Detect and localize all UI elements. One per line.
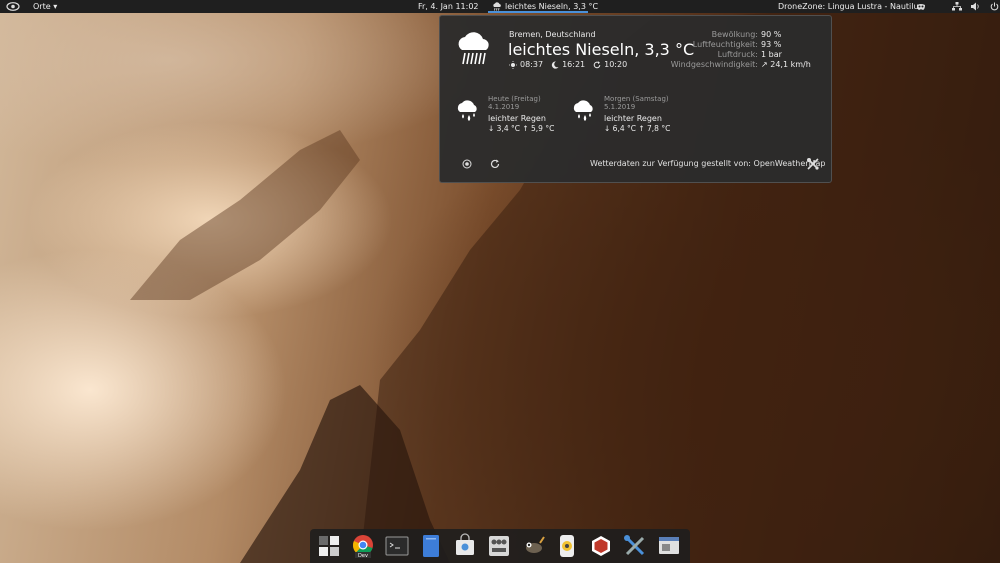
app-menu[interactable]: DroneZone: Lingua Lustra - Nautilus — [778, 0, 923, 13]
top-bar: Orte ▾ Fr, 4. Jan 11:02 leichtes Nieseln… — [0, 0, 1000, 13]
refresh-icon — [490, 159, 500, 169]
chrome-icon[interactable]: Dev — [350, 533, 376, 559]
sunrise: 08:37 — [509, 60, 543, 69]
location-label: Bremen, Deutschland — [509, 30, 596, 39]
weather-details: Bewölkung: 90 % Luftfeuchtigkeit: 93 % Luf… — [670, 30, 811, 70]
forecast-temps: ↓ 6,4 °C ↑ 7,8 °C — [604, 124, 671, 133]
sun-times: 08:37 16:21 10:20 — [509, 60, 627, 69]
location-icon — [462, 159, 472, 169]
yellow-app-icon[interactable] — [554, 533, 580, 559]
terminal-icon[interactable] — [384, 533, 410, 559]
mask-icon[interactable] — [916, 3, 926, 11]
sun-icon — [509, 60, 517, 69]
detail-row: Luftfeuchtigkeit: 93 % — [692, 40, 782, 49]
refresh-button[interactable] — [486, 155, 504, 173]
gimp-icon[interactable] — [520, 533, 546, 559]
tools-icon[interactable] — [806, 157, 820, 171]
clock[interactable]: Fr, 4. Jan 11:02 — [418, 0, 479, 13]
volume-icon[interactable] — [971, 2, 981, 11]
forecast-day: Heute (Freitag) — [488, 95, 541, 103]
moon-icon — [551, 60, 559, 69]
red-hexagon-icon[interactable] — [588, 533, 614, 559]
last-update: 10:20 — [593, 60, 627, 69]
rain-cloud-icon — [458, 32, 489, 65]
apps-grid-icon[interactable] — [316, 533, 342, 559]
software-icon[interactable] — [452, 533, 478, 559]
detail-row: Windgeschwindigkeit: ↗ 24,1 km/h — [670, 60, 811, 69]
forecast-date: 5.1.2019 — [604, 103, 636, 111]
current-conditions: leichtes Nieseln, 3,3 °C — [508, 40, 695, 59]
detail-row: Bewölkung: 90 % — [711, 30, 782, 39]
dock: Dev — [310, 529, 690, 563]
rain-cloud-icon — [493, 2, 501, 11]
forecast-temps: ↓ 3,4 °C ↑ 5,9 °C — [488, 124, 555, 133]
rain-drops-icon — [457, 100, 477, 121]
tools-icon[interactable] — [622, 533, 648, 559]
weather-popup: Bremen, Deutschland leichtes Nieseln, 3,… — [439, 15, 832, 183]
forecast-date: 4.1.2019 — [488, 103, 520, 111]
forecast-day: Morgen (Samstag) — [604, 95, 669, 103]
files-icon[interactable] — [418, 533, 444, 559]
network-icon[interactable] — [952, 2, 962, 11]
window-icon[interactable] — [656, 533, 682, 559]
places-menu[interactable]: Orte ▾ — [33, 0, 57, 13]
rain-drops-icon — [573, 100, 593, 121]
power-icon[interactable] — [990, 2, 999, 11]
locations-button[interactable] — [458, 155, 476, 173]
eye-icon[interactable] — [6, 1, 20, 12]
system-tray[interactable] — [916, 0, 1000, 13]
attribution-link[interactable]: Wetterdaten zur Verfügung gestellt von: … — [590, 159, 825, 168]
refresh-icon — [593, 60, 601, 68]
mixer-icon[interactable] — [486, 533, 512, 559]
sunset: 16:21 — [551, 60, 585, 69]
dev-badge: Dev — [358, 553, 368, 559]
active-indicator — [488, 11, 588, 13]
forecast-description: leichter Regen — [488, 114, 546, 123]
detail-row: Luftdruck: 1 bar — [717, 50, 782, 59]
forecast-description: leichter Regen — [604, 114, 662, 123]
